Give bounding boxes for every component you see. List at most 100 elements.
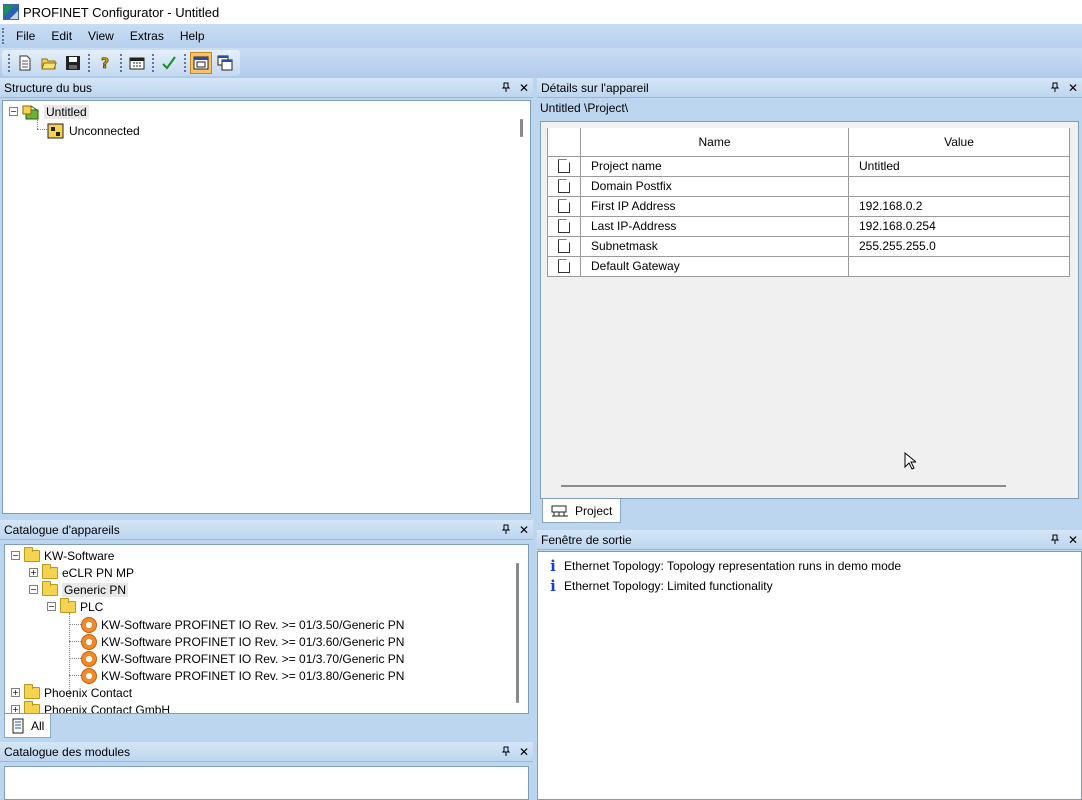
row-icon-cell [547, 195, 581, 217]
log-message[interactable]: i Ethernet Topology: Topology representa… [546, 556, 901, 576]
device-catalog-header: Catalogue d'appareils ✕ [0, 520, 533, 540]
profinet-device-icon [81, 650, 97, 667]
expand-icon[interactable]: + [29, 568, 38, 577]
table-row[interactable]: Project name Untitled [547, 155, 1070, 177]
collapse-icon[interactable]: − [11, 551, 20, 560]
menu-extras[interactable]: Extras [122, 29, 172, 43]
cascade-button[interactable] [214, 52, 236, 74]
property-value[interactable] [848, 255, 1070, 277]
help-button[interactable]: ? [94, 52, 116, 74]
catalog-label: KW-Software PROFINET IO Rev. >= 01/3.70/… [101, 651, 405, 666]
bus-scrollbar[interactable] [520, 119, 523, 137]
profinet-device-icon [81, 667, 97, 684]
new-button[interactable] [14, 52, 36, 74]
toolbar-separator [184, 54, 186, 72]
catalog-scrollbar[interactable] [516, 563, 519, 703]
check-button[interactable] [158, 52, 180, 74]
open-button[interactable] [38, 52, 60, 74]
table-row[interactable]: Default Gateway [547, 255, 1070, 277]
collapse-icon[interactable]: − [47, 602, 56, 611]
device-catalog-panel: Catalogue d'appareils ✕ − KW-Software + … [0, 520, 533, 742]
help-icon: ? [101, 56, 110, 71]
toolbar-separator [88, 54, 90, 72]
log-text: Ethernet Topology: Topology representati… [564, 559, 902, 573]
catalog-item-eclr[interactable]: + eCLR PN MP [29, 563, 134, 581]
pin-icon[interactable] [497, 745, 515, 759]
device-details-title: Détails sur l'appareil [541, 80, 649, 95]
table-row[interactable]: First IP Address 192.168.0.2 [547, 195, 1070, 217]
collapse-icon[interactable]: − [9, 107, 18, 116]
collapse-icon[interactable]: − [29, 585, 38, 594]
device-details-panel: Détails sur l'appareil ✕ Untitled \Proje… [537, 78, 1082, 523]
catalog-device-360[interactable]: KW-Software PROFINET IO Rev. >= 01/3.60/… [81, 633, 404, 650]
tab-project-label: Project [575, 503, 613, 518]
menu-file[interactable]: File [8, 29, 43, 43]
table-header-name[interactable]: Name [580, 128, 849, 157]
row-icon-cell [547, 235, 581, 257]
table-row[interactable]: Subnetmask 255.255.255.0 [547, 235, 1070, 257]
pin-icon[interactable] [1046, 81, 1064, 95]
close-icon[interactable]: ✕ [1064, 81, 1082, 95]
new-icon [19, 55, 31, 71]
catalog-label: KW-Software PROFINET IO Rev. >= 01/3.80/… [101, 668, 405, 683]
row-icon-cell [547, 255, 581, 277]
close-icon[interactable]: ✕ [515, 745, 533, 759]
catalog-item-plc[interactable]: − PLC [47, 597, 103, 615]
menu-view[interactable]: View [80, 29, 122, 43]
table-header-value[interactable]: Value [848, 128, 1070, 157]
window-button[interactable] [190, 52, 212, 74]
table-row[interactable]: Domain Postfix [547, 175, 1070, 197]
tab-all[interactable]: All [4, 714, 52, 738]
pin-icon[interactable] [497, 81, 515, 95]
pin-icon[interactable] [1046, 533, 1064, 547]
property-value[interactable]: 192.168.0.254 [848, 215, 1070, 237]
tree-item-unconnected[interactable]: Unconnected [47, 122, 140, 139]
catalog-item-generic-pn[interactable]: − Generic PN [29, 580, 129, 598]
save-button[interactable] [62, 52, 84, 74]
property-value[interactable]: 192.168.0.2 [848, 195, 1070, 217]
catalog-label: KW-Software PROFINET IO Rev. >= 01/3.60/… [101, 634, 405, 649]
horizontal-scrollbar-thumb[interactable] [561, 485, 1006, 487]
device-catalog-tree: − KW-Software + eCLR PN MP − Generic PN … [4, 544, 529, 714]
info-icon: i [550, 557, 556, 575]
menu-help[interactable]: Help [172, 29, 213, 43]
tree-line [69, 641, 81, 642]
tab-project[interactable]: Project [542, 499, 622, 523]
document-icon [558, 159, 570, 174]
property-name: Domain Postfix [580, 175, 849, 197]
menu-edit[interactable]: Edit [43, 29, 80, 43]
log-message[interactable]: i Ethernet Topology: Limited functionali… [546, 576, 773, 596]
tree-item-untitled[interactable]: − Untitled [9, 103, 89, 120]
toolbar-separator [120, 54, 122, 72]
catalog-label: Generic PN [62, 582, 129, 597]
close-icon[interactable]: ✕ [515, 523, 533, 537]
document-icon [558, 179, 570, 194]
table-row[interactable]: Last IP-Address 192.168.0.254 [547, 215, 1070, 237]
catalog-item-kw-software[interactable]: − KW-Software [11, 546, 114, 564]
profinet-device-icon [81, 633, 97, 650]
tree-line [69, 624, 81, 625]
catalog-item-phoenix-contact[interactable]: + Phoenix Contact [11, 683, 132, 701]
table-header-icon [547, 128, 581, 157]
unconnected-device-icon [47, 123, 64, 138]
expand-icon[interactable]: + [11, 705, 20, 713]
output-log: i Ethernet Topology: Topology representa… [537, 551, 1082, 800]
close-icon[interactable]: ✕ [1064, 533, 1082, 547]
close-icon[interactable]: ✕ [515, 81, 533, 95]
catalog-device-370[interactable]: KW-Software PROFINET IO Rev. >= 01/3.70/… [81, 650, 404, 667]
expand-icon[interactable]: + [11, 688, 20, 697]
horizontal-scrollbar-track [541, 477, 1078, 497]
property-value[interactable] [848, 175, 1070, 197]
catalog-device-350[interactable]: KW-Software PROFINET IO Rev. >= 01/3.50/… [81, 616, 404, 633]
calendar-button[interactable] [126, 52, 148, 74]
property-value[interactable]: 255.255.255.0 [848, 235, 1070, 257]
cascade-icon [217, 55, 233, 71]
property-value[interactable]: Untitled [848, 155, 1070, 177]
document-icon [558, 199, 570, 214]
bus-structure-title: Structure du bus [4, 80, 93, 95]
folder-open-icon [42, 580, 58, 596]
log-text: Ethernet Topology: Limited functionality [564, 579, 773, 593]
catalog-device-380[interactable]: KW-Software PROFINET IO Rev. >= 01/3.80/… [81, 667, 404, 684]
catalog-item-phoenix-contact-gmbh[interactable]: + Phoenix Contact GmbH [11, 700, 170, 713]
pin-icon[interactable] [497, 523, 515, 537]
